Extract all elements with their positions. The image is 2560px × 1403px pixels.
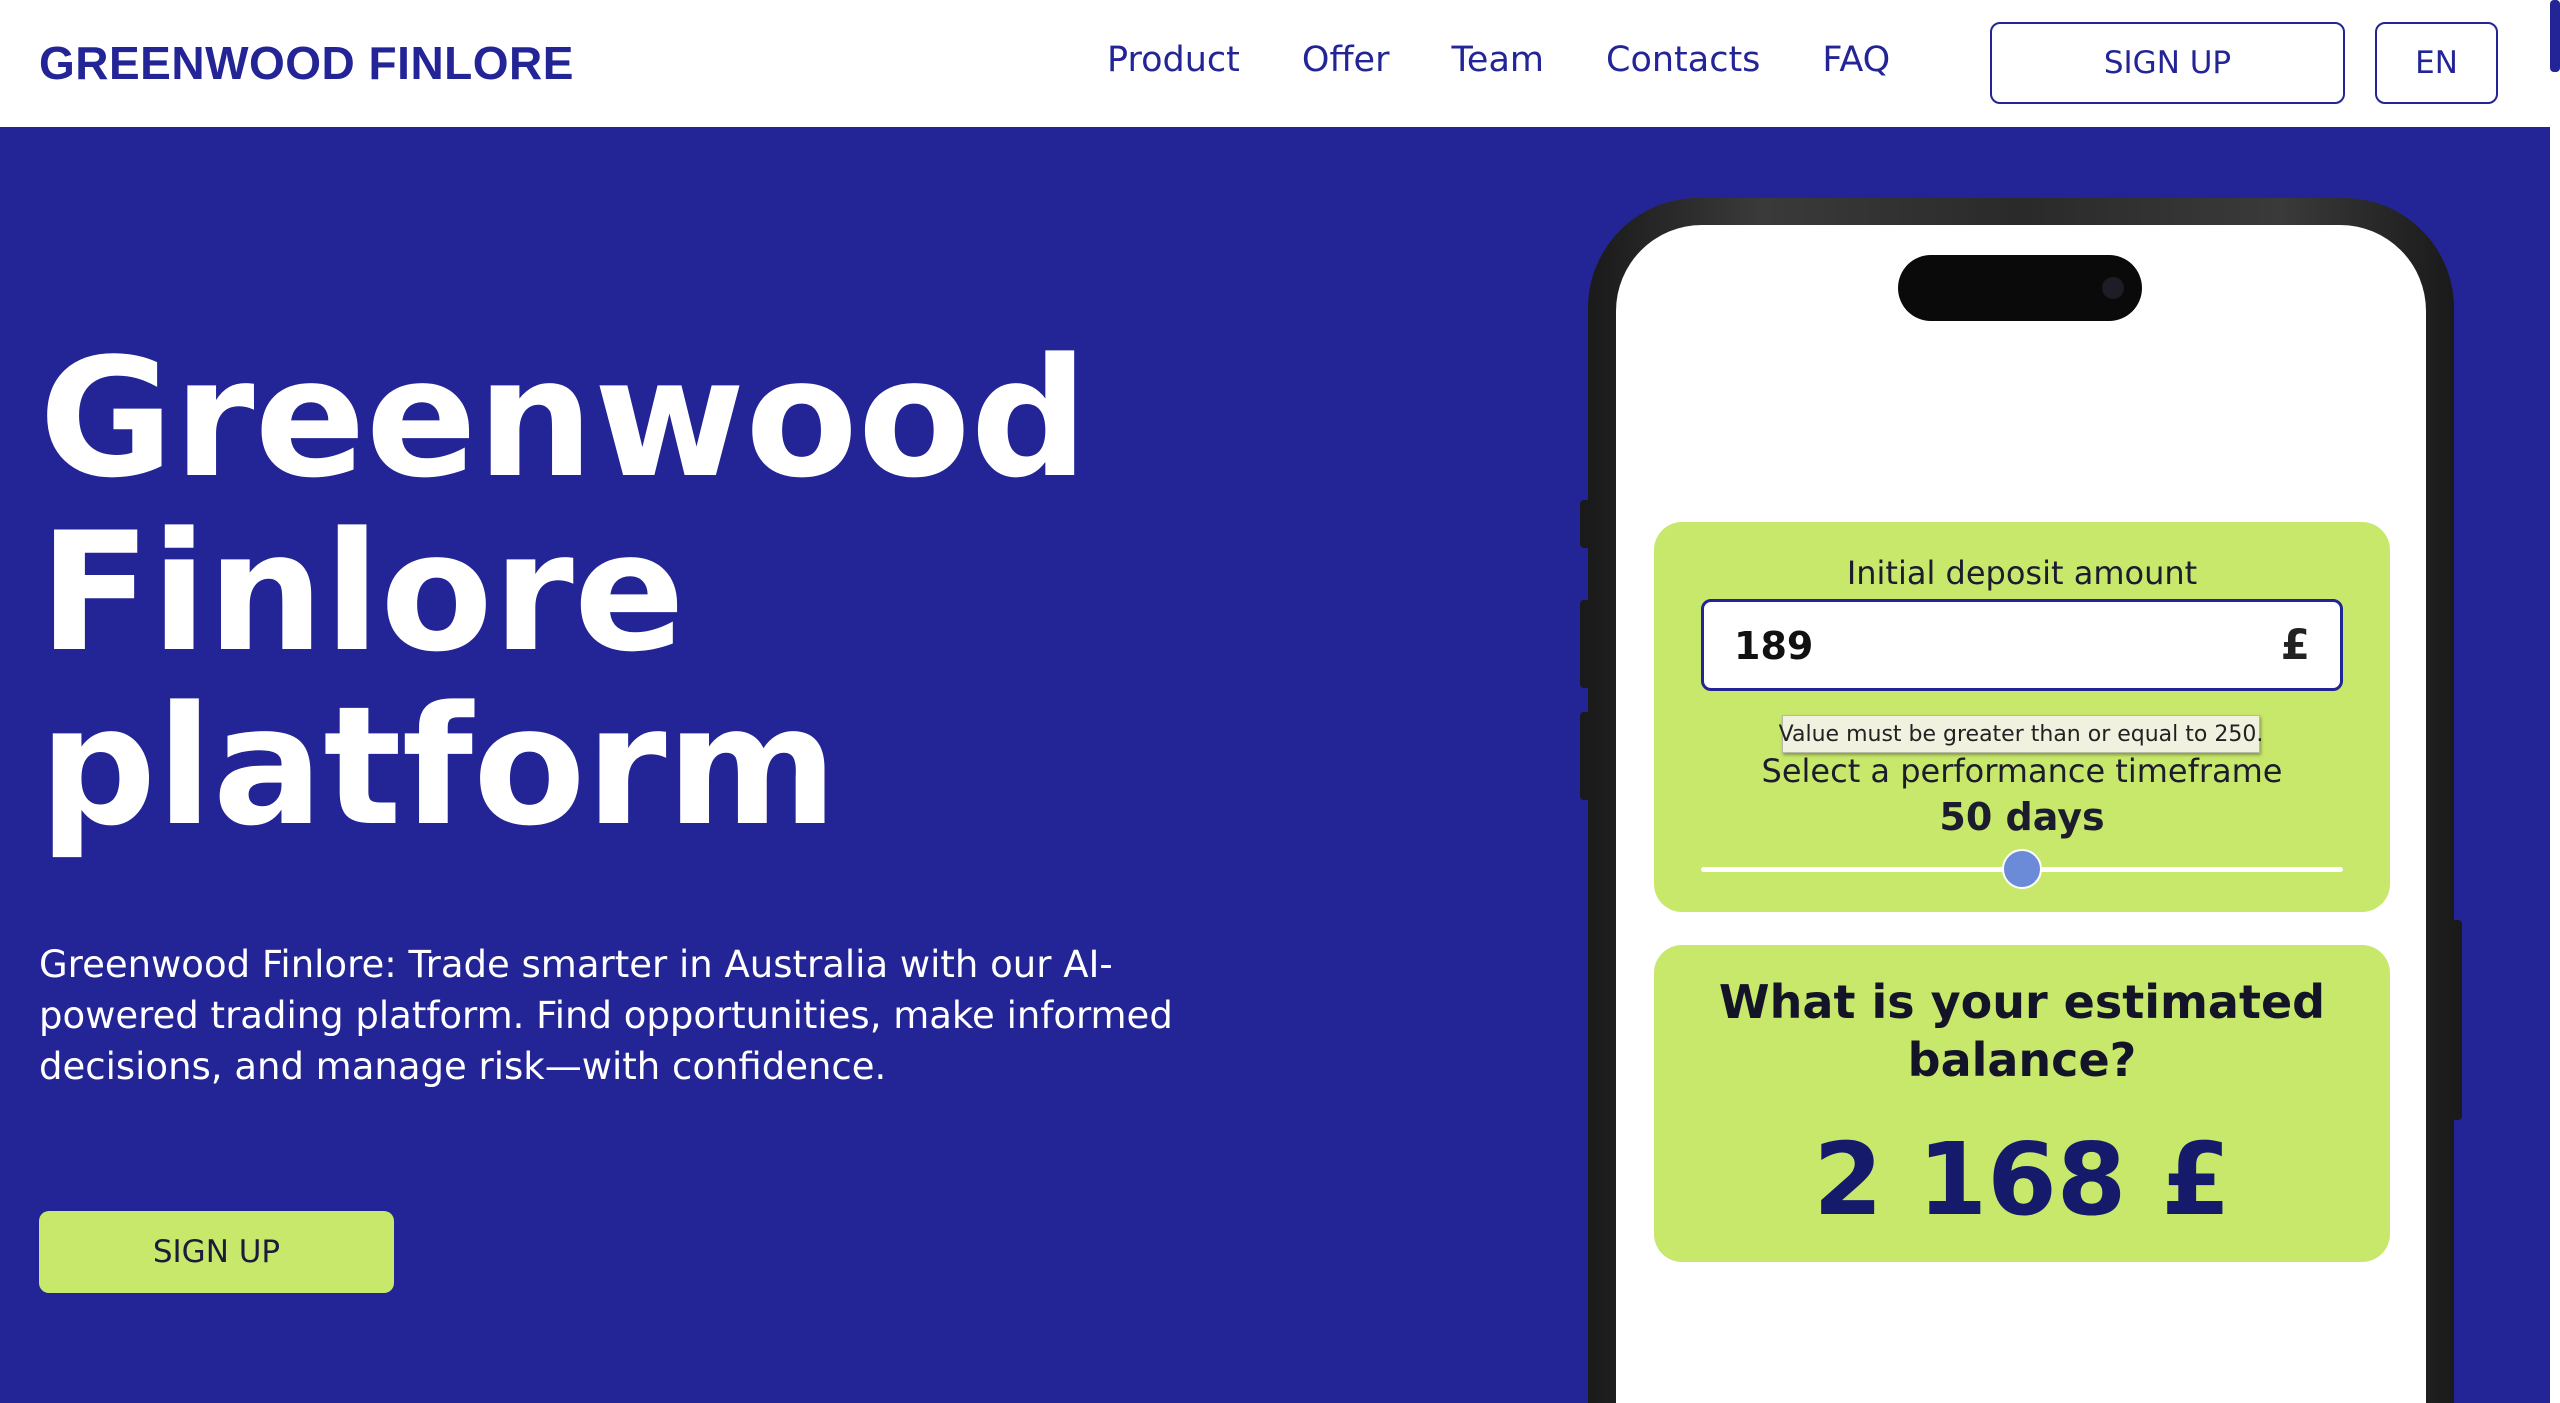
timeframe-label: Select a performance timeframe — [1761, 752, 2283, 790]
deposit-amount-value[interactable]: 189 — [1734, 624, 1813, 668]
hero-title: Greenwood Finlore platform — [39, 332, 1139, 854]
phone-side-button — [1580, 712, 1590, 800]
nav-item-product[interactable]: Product — [1107, 40, 1240, 80]
phone-side-button — [1580, 600, 1590, 688]
main-nav: Product Offer Team Contacts FAQ — [1107, 40, 1952, 80]
camera-icon — [2102, 277, 2124, 299]
phone-screen: Initial deposit amount 189 £ Value must … — [1616, 225, 2426, 1403]
nav-item-contacts[interactable]: Contacts — [1606, 40, 1760, 80]
site-header: GREENWOOD FINLORE Product Offer Team Con… — [0, 0, 2550, 127]
timeframe-slider-thumb[interactable] — [2002, 849, 2042, 889]
balance-card: What is your estimated balance? 2 168 £ — [1654, 945, 2390, 1262]
currency-icon: £ — [2280, 620, 2310, 669]
deposit-label: Initial deposit amount — [1846, 554, 2198, 592]
deposit-calculator-card: Initial deposit amount 189 £ Value must … — [1654, 522, 2390, 912]
hero-title-line-1: Greenwood — [39, 323, 1088, 514]
hero-description: Greenwood Finlore: Trade smarter in Aust… — [39, 943, 1173, 1088]
hero-title-line-2: Finlore — [39, 497, 685, 688]
hero-signup-button[interactable]: SIGN UP — [39, 1211, 394, 1293]
nav-item-faq[interactable]: FAQ — [1822, 40, 1890, 80]
page: GREENWOOD FINLORE Product Offer Team Con… — [0, 0, 2560, 1403]
phone-side-button — [2452, 920, 2462, 1120]
nav-item-offer[interactable]: Offer — [1302, 40, 1390, 80]
validation-tooltip: Value must be greater than or equal to 2… — [1779, 715, 2263, 753]
estimated-balance: 2 168 £ — [1813, 1121, 2231, 1238]
dynamic-island — [1898, 255, 2142, 321]
logo[interactable]: GREENWOOD FINLORE — [39, 36, 574, 90]
nav-item-team[interactable]: Team — [1451, 40, 1544, 80]
language-button[interactable]: EN — [2375, 22, 2498, 104]
timeframe-value: 50 days — [1939, 795, 2105, 839]
scrollbar-thumb[interactable] — [2550, 0, 2560, 72]
header-signup-button[interactable]: SIGN UP — [1990, 22, 2345, 104]
deposit-amount-input[interactable]: 189 £ — [1701, 599, 2343, 691]
balance-question: What is your estimated balance? — [1718, 975, 2326, 1087]
phone-side-button — [1580, 500, 1590, 548]
hero-title-line-3: platform — [39, 671, 838, 862]
